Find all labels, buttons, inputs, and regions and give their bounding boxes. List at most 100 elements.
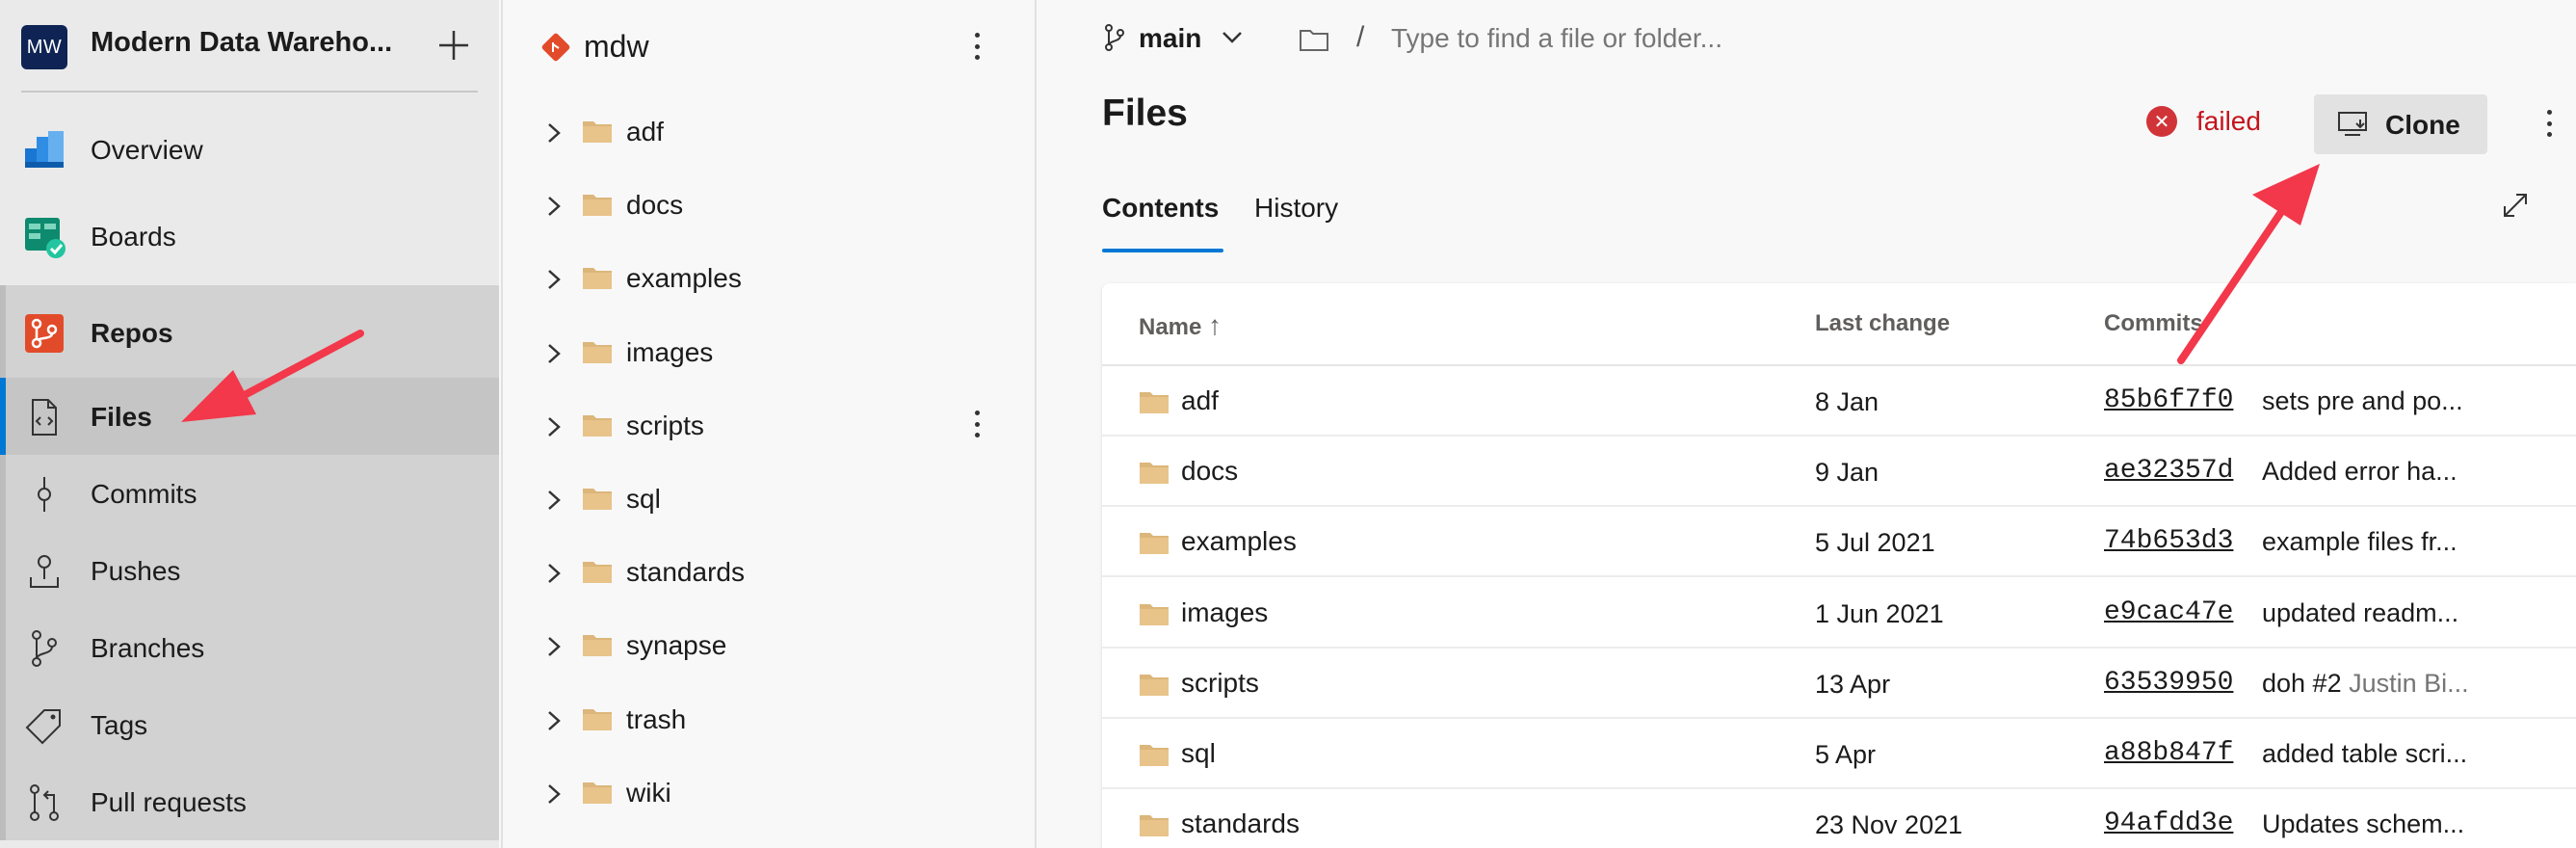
- path-search-input[interactable]: [1391, 17, 1931, 60]
- table-row[interactable]: scripts 13 Apr 63539950 doh #2 Justin Bi...: [1102, 649, 2576, 719]
- commit-message: doh #2 Justin Bi...: [2262, 668, 2469, 698]
- last-change-date: 13 Apr: [1815, 669, 1891, 699]
- chevron-right-icon[interactable]: [543, 561, 565, 586]
- nav-item-commits[interactable]: Commits: [0, 468, 499, 520]
- column-header-last-change[interactable]: Last change: [1815, 310, 1950, 337]
- nav-item-pull-requests[interactable]: Pull requests: [0, 777, 499, 829]
- project-avatar[interactable]: MW: [21, 25, 67, 69]
- nav-label: Branches: [91, 633, 205, 663]
- chevron-right-icon[interactable]: [543, 120, 565, 146]
- folder-icon: [582, 706, 613, 731]
- folder-icon: [582, 632, 613, 657]
- chevron-down-icon[interactable]: [1218, 25, 1247, 50]
- chevron-right-icon[interactable]: [543, 414, 565, 439]
- annotation-arrow-files: [181, 330, 364, 422]
- pipeline-status[interactable]: ✕ failed: [2146, 106, 2261, 137]
- folder-icon: [1139, 389, 1170, 414]
- plus-icon[interactable]: [430, 21, 478, 69]
- chevron-right-icon[interactable]: [543, 488, 565, 513]
- commit-icon: [38, 477, 51, 512]
- nav-item-pushes[interactable]: Pushes: [0, 545, 499, 597]
- file-name-link[interactable]: examples: [1181, 526, 1297, 557]
- chevron-right-icon[interactable]: [543, 634, 565, 659]
- tree-item-label: sql: [626, 484, 661, 514]
- annotation-arrow-clone: [2177, 164, 2320, 364]
- clone-icon: [2338, 112, 2367, 136]
- folder-icon: [1139, 672, 1170, 697]
- tree-item-trash[interactable]: trash: [503, 691, 1035, 749]
- file-name-link[interactable]: sql: [1181, 738, 1216, 769]
- file-name-link[interactable]: docs: [1181, 456, 1238, 487]
- nav-label: Repos: [91, 318, 173, 348]
- last-change-date: 5 Jul 2021: [1815, 528, 1935, 558]
- nav-label: Boards: [91, 222, 176, 252]
- last-change-date: 1 Jun 2021: [1815, 598, 1944, 628]
- table-row[interactable]: docs 9 Jan ae32357d Added error ha...: [1102, 437, 2576, 508]
- chevron-right-icon[interactable]: [543, 341, 565, 366]
- table-row[interactable]: adf 8 Jan 85b6f7f0 sets pre and po...: [1102, 366, 2576, 437]
- tree-item-docs[interactable]: docs: [503, 176, 1035, 234]
- tab-contents[interactable]: Contents: [1102, 193, 1219, 224]
- commit-message: sets pre and po...: [2262, 386, 2463, 415]
- pull-request-icon: [30, 784, 59, 821]
- table-row[interactable]: examples 5 Jul 2021 74b653d3 example files …: [1102, 507, 2576, 578]
- project-name[interactable]: Modern Data Wareho...: [91, 27, 392, 59]
- commit-id-link[interactable]: 85b6f7f0: [2104, 385, 2233, 415]
- file-name-link[interactable]: standards: [1181, 808, 1300, 839]
- column-header-name[interactable]: Name ↑: [1139, 310, 1222, 341]
- nav-item-branches[interactable]: Branches: [0, 623, 499, 675]
- tree-item-synapse[interactable]: synapse: [503, 617, 1035, 675]
- tree-item-standards[interactable]: standards: [503, 543, 1035, 601]
- folder-icon: [582, 119, 613, 144]
- last-change-date: 9 Jan: [1815, 458, 1879, 488]
- clone-button[interactable]: Clone: [2314, 94, 2487, 154]
- file-tree-pane: mdw adf docs examples images scripts sql stand…: [501, 0, 1037, 848]
- file-name-link[interactable]: adf: [1181, 385, 1219, 416]
- folder-icon: [582, 192, 613, 217]
- commit-author: Justin Bi...: [2349, 668, 2469, 698]
- repo-more-options-icon[interactable]: [965, 27, 988, 66]
- commit-id-link[interactable]: ae32357d: [2104, 456, 2233, 486]
- chevron-right-icon[interactable]: [543, 194, 565, 219]
- folder-icon: [582, 780, 613, 805]
- chevron-right-icon[interactable]: [543, 782, 565, 807]
- nav-divider: [21, 91, 478, 93]
- tree-item-label: docs: [626, 190, 684, 221]
- table-row[interactable]: images 1 Jun 2021 e9cac47e updated readm...: [1102, 578, 2576, 649]
- branch-selector[interactable]: main: [1139, 23, 1201, 54]
- folder-icon: [582, 486, 613, 511]
- tree-item-label: standards: [626, 557, 745, 588]
- file-name-link[interactable]: images: [1181, 597, 1268, 628]
- nav-item-overview[interactable]: Overview: [0, 123, 499, 177]
- tree-item-label: trash: [626, 703, 687, 734]
- table-row[interactable]: standards 23 Nov 2021 94afdd3e Updates sche…: [1102, 789, 2576, 848]
- folder-icon: [1139, 530, 1170, 555]
- expand-icon[interactable]: [2499, 189, 2532, 222]
- tree-item-adf[interactable]: adf: [503, 103, 1035, 161]
- branch-icon: [32, 630, 57, 667]
- table-row[interactable]: sql 5 Apr a88b847f added table scri...: [1102, 719, 2576, 789]
- commit-id-link[interactable]: 94afdd3e: [2104, 808, 2233, 838]
- chevron-right-icon[interactable]: [543, 708, 565, 733]
- commit-id-link[interactable]: 74b653d3: [2104, 526, 2233, 556]
- tab-history[interactable]: History: [1254, 193, 1338, 224]
- more-options-icon[interactable]: [2537, 104, 2561, 143]
- commit-id-link[interactable]: e9cac47e: [2104, 597, 2233, 627]
- repo-name[interactable]: mdw: [584, 29, 649, 65]
- chevron-right-icon[interactable]: [543, 267, 565, 292]
- file-name-link[interactable]: scripts: [1181, 668, 1259, 699]
- tree-item-scripts[interactable]: scripts: [503, 397, 1035, 455]
- nav-item-boards[interactable]: Boards: [0, 210, 499, 264]
- tree-item-sql[interactable]: sql: [503, 470, 1035, 528]
- branch-icon: [1105, 24, 1124, 51]
- tree-item-images[interactable]: images: [503, 324, 1035, 382]
- active-tab-indicator: [1102, 249, 1223, 252]
- nav-label: Overview: [91, 135, 203, 165]
- main-content: main / Files ✕ failed Clone Contents His…: [1038, 0, 2576, 848]
- tree-item-wiki[interactable]: wiki: [503, 764, 1035, 822]
- tree-item-examples[interactable]: examples: [503, 250, 1035, 307]
- commit-id-link[interactable]: a88b847f: [2104, 738, 2233, 768]
- row-more-options-icon[interactable]: [965, 405, 988, 443]
- commit-id-link[interactable]: 63539950: [2104, 668, 2233, 698]
- nav-item-tags[interactable]: Tags: [0, 700, 499, 752]
